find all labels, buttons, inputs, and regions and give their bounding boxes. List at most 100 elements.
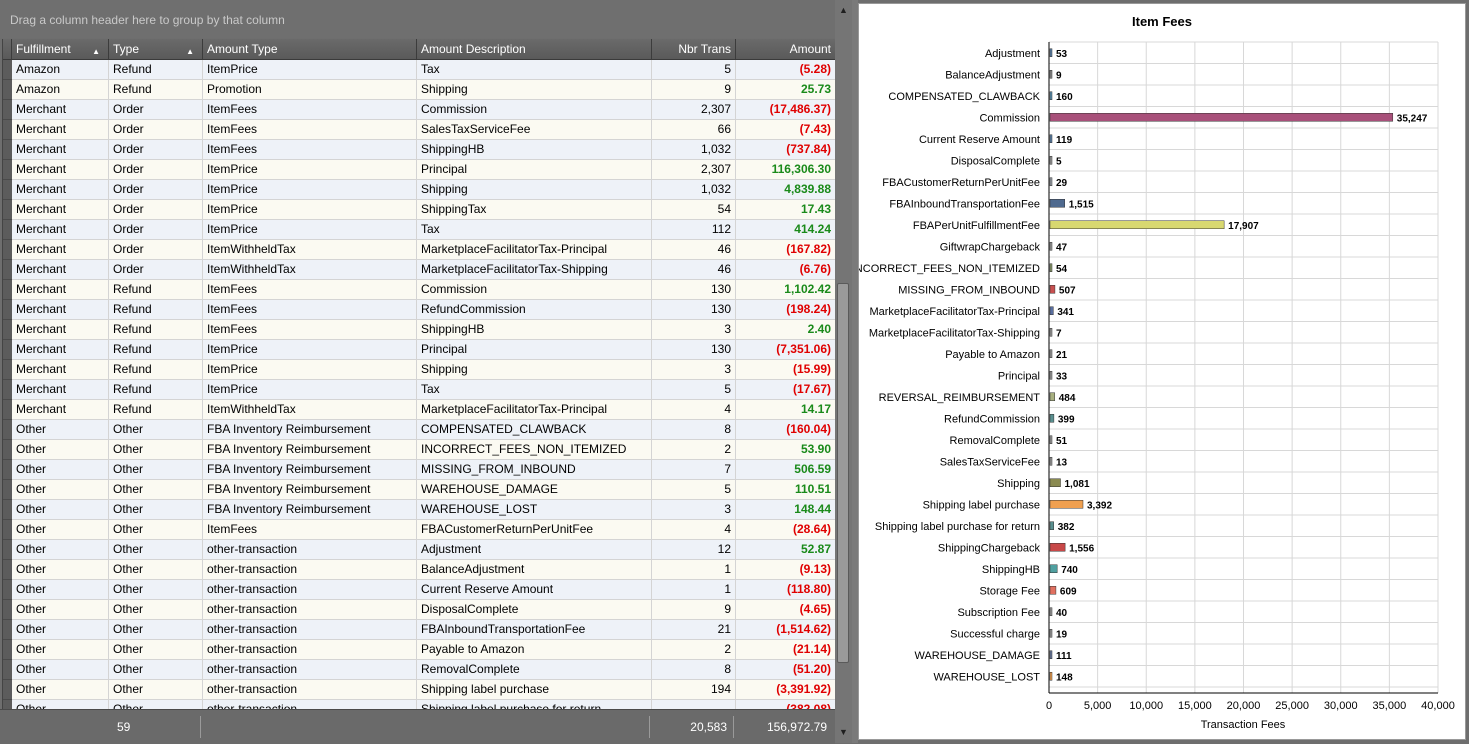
row-indicator[interactable]	[3, 300, 12, 320]
cell-amount-type[interactable]: ItemFees	[203, 120, 417, 139]
cell-fulfillment[interactable]: Merchant	[12, 260, 109, 279]
cell-amount-description[interactable]: MarketplaceFacilitatorTax-Shipping	[417, 260, 652, 279]
table-row[interactable]: Merchant Refund ItemFees ShippingHB 3 2.40	[3, 320, 836, 340]
cell-nbr-trans[interactable]: 5	[652, 480, 736, 499]
cell-amount[interactable]: (7.43)	[736, 120, 836, 139]
cell-amount-type[interactable]: ItemPrice	[203, 180, 417, 199]
cell-amount-type[interactable]: ItemPrice	[203, 160, 417, 179]
cell-amount[interactable]: 53.90	[736, 440, 836, 459]
cell-amount[interactable]: (198.24)	[736, 300, 836, 319]
column-header-amount-description[interactable]: Amount Description	[417, 39, 652, 59]
cell-fulfillment[interactable]: Other	[12, 420, 109, 439]
table-row[interactable]: Merchant Order ItemFees SalesTaxServiceFee 6…	[3, 120, 836, 140]
cell-amount-description[interactable]: RemovalComplete	[417, 660, 652, 679]
cell-fulfillment[interactable]: Other	[12, 600, 109, 619]
cell-nbr-trans[interactable]: 3	[652, 360, 736, 379]
cell-amount[interactable]: (28.64)	[736, 520, 836, 539]
cell-amount-type[interactable]: ItemPrice	[203, 340, 417, 359]
row-indicator[interactable]	[3, 220, 12, 240]
cell-amount-description[interactable]: Commission	[417, 100, 652, 119]
cell-amount-type[interactable]: Promotion	[203, 80, 417, 99]
cell-type[interactable]: Refund	[109, 400, 203, 419]
row-indicator[interactable]	[3, 480, 12, 500]
table-row[interactable]: Merchant Refund ItemWithheldTax Marketplace…	[3, 400, 836, 420]
cell-fulfillment[interactable]: Merchant	[12, 180, 109, 199]
cell-fulfillment[interactable]: Other	[12, 460, 109, 479]
cell-amount-description[interactable]: Commission	[417, 280, 652, 299]
cell-fulfillment[interactable]: Merchant	[12, 200, 109, 219]
cell-amount-type[interactable]: ItemFees	[203, 300, 417, 319]
cell-amount-description[interactable]: MISSING_FROM_INBOUND	[417, 460, 652, 479]
cell-nbr-trans[interactable]: 130	[652, 340, 736, 359]
table-row[interactable]: Merchant Order ItemWithheldTax MarketplaceF…	[3, 240, 836, 260]
cell-type[interactable]: Order	[109, 200, 203, 219]
row-indicator[interactable]	[3, 500, 12, 520]
cell-type[interactable]: Order	[109, 100, 203, 119]
vertical-scrollbar[interactable]: ▲ ▼	[835, 0, 852, 743]
cell-amount-type[interactable]: other-transaction	[203, 560, 417, 579]
cell-type[interactable]: Other	[109, 460, 203, 479]
cell-amount-description[interactable]: Tax	[417, 220, 652, 239]
row-indicator[interactable]	[3, 240, 12, 260]
cell-nbr-trans[interactable]: 1	[652, 580, 736, 599]
cell-nbr-trans[interactable]: 7	[652, 460, 736, 479]
table-row[interactable]: Other Other other-transaction Shipping labe…	[3, 700, 836, 709]
table-row[interactable]: Other Other FBA Inventory Reimbursement MIS…	[3, 460, 836, 480]
row-indicator[interactable]	[3, 540, 12, 560]
row-indicator[interactable]	[3, 580, 12, 600]
row-indicator[interactable]	[3, 420, 12, 440]
cell-amount[interactable]: 4,839.88	[736, 180, 836, 199]
cell-amount[interactable]: 1,102.42	[736, 280, 836, 299]
row-indicator[interactable]	[3, 680, 12, 700]
row-indicator[interactable]	[3, 160, 12, 180]
cell-nbr-trans[interactable]: 9	[652, 600, 736, 619]
cell-type[interactable]: Other	[109, 520, 203, 539]
cell-fulfillment[interactable]: Merchant	[12, 160, 109, 179]
cell-fulfillment[interactable]: Merchant	[12, 360, 109, 379]
cell-amount-type[interactable]: FBA Inventory Reimbursement	[203, 480, 417, 499]
cell-type[interactable]: Order	[109, 260, 203, 279]
cell-amount[interactable]: (3,391.92)	[736, 680, 836, 699]
cell-amount-description[interactable]: WAREHOUSE_LOST	[417, 500, 652, 519]
cell-type[interactable]: Order	[109, 240, 203, 259]
cell-amount[interactable]: 116,306.30	[736, 160, 836, 179]
cell-fulfillment[interactable]: Merchant	[12, 300, 109, 319]
table-row[interactable]: Other Other FBA Inventory Reimbursement WAR…	[3, 480, 836, 500]
table-row[interactable]: Other Other other-transaction Shipping labe…	[3, 680, 836, 700]
table-row[interactable]: Merchant Refund ItemPrice Principal 130 (7,35…	[3, 340, 836, 360]
row-indicator[interactable]	[3, 700, 12, 709]
table-row[interactable]: Merchant Refund ItemPrice Shipping 3 (15.99)	[3, 360, 836, 380]
cell-fulfillment[interactable]: Merchant	[12, 240, 109, 259]
table-row[interactable]: Other Other other-transaction Current Reser…	[3, 580, 836, 600]
cell-amount-description[interactable]: BalanceAdjustment	[417, 560, 652, 579]
cell-amount[interactable]: (1,514.62)	[736, 620, 836, 639]
cell-nbr-trans[interactable]: 1,032	[652, 180, 736, 199]
cell-amount[interactable]: (17,486.37)	[736, 100, 836, 119]
cell-nbr-trans[interactable]: 46	[652, 260, 736, 279]
cell-amount[interactable]: (17.67)	[736, 380, 836, 399]
cell-type[interactable]: Refund	[109, 360, 203, 379]
cell-amount-type[interactable]: ItemFees	[203, 100, 417, 119]
cell-amount-type[interactable]: ItemPrice	[203, 60, 417, 79]
cell-amount[interactable]: (382.08)	[736, 700, 836, 709]
cell-amount-description[interactable]: ShippingHB	[417, 140, 652, 159]
row-indicator[interactable]	[3, 60, 12, 80]
cell-type[interactable]: Order	[109, 180, 203, 199]
cell-amount-description[interactable]: ShippingTax	[417, 200, 652, 219]
cell-amount[interactable]: (7,351.06)	[736, 340, 836, 359]
cell-type[interactable]: Refund	[109, 80, 203, 99]
cell-nbr-trans[interactable]: 12	[652, 540, 736, 559]
cell-nbr-trans[interactable]: 2,307	[652, 100, 736, 119]
cell-nbr-trans[interactable]: 112	[652, 220, 736, 239]
table-row[interactable]: Merchant Refund ItemPrice Tax 5 (17.67)	[3, 380, 836, 400]
cell-amount[interactable]: (167.82)	[736, 240, 836, 259]
cell-fulfillment[interactable]: Merchant	[12, 400, 109, 419]
cell-amount[interactable]: 17.43	[736, 200, 836, 219]
row-indicator[interactable]	[3, 600, 12, 620]
cell-amount-description[interactable]: Current Reserve Amount	[417, 580, 652, 599]
column-header-type[interactable]: Type ▲	[109, 39, 203, 59]
cell-amount-type[interactable]: other-transaction	[203, 700, 417, 709]
cell-amount-type[interactable]: other-transaction	[203, 660, 417, 679]
cell-nbr-trans[interactable]: 194	[652, 680, 736, 699]
cell-type[interactable]: Other	[109, 480, 203, 499]
